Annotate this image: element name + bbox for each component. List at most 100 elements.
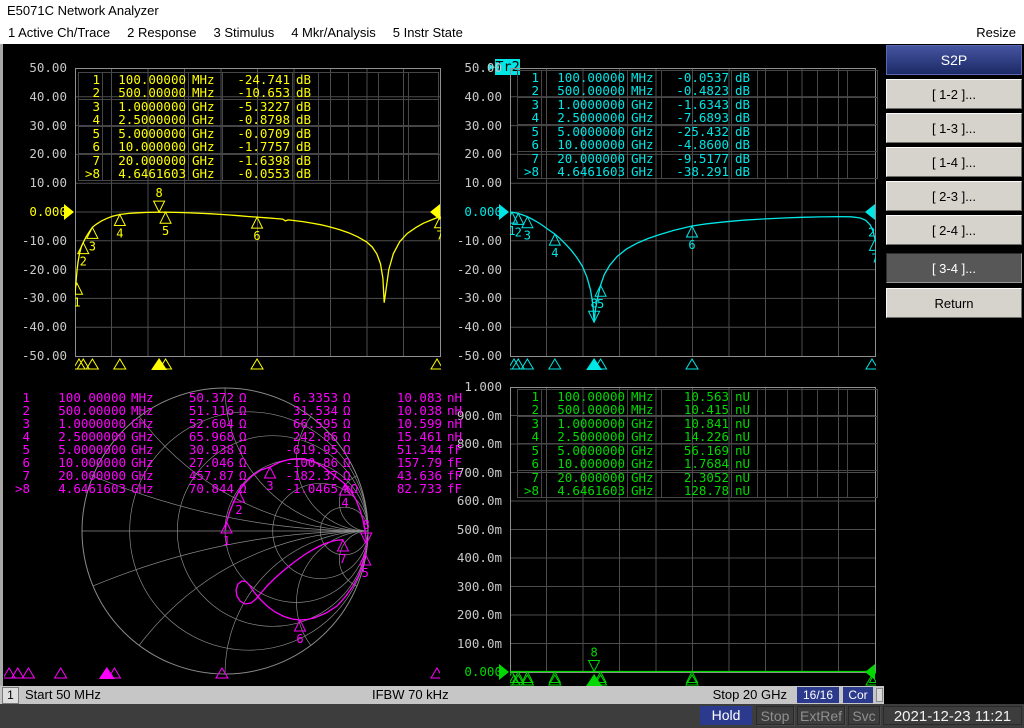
menu-item-2-response[interactable]: 2 Response <box>127 25 196 40</box>
svg-text:5: 5 <box>162 224 169 238</box>
stimulus-marker-active <box>99 667 115 679</box>
channel-number: 1 <box>2 687 19 704</box>
marker-row: 1100.00000MHz-24.741dB <box>79 73 438 86</box>
svg-text:4: 4 <box>341 496 348 510</box>
marker-row: 2500.00000MHz-0.4823dB <box>518 84 877 97</box>
softkey-button-2-4[interactable]: [ 2-4 ]... <box>886 215 1022 245</box>
svg-text:5: 5 <box>362 566 369 580</box>
stimulus-marker <box>12 668 24 678</box>
marker-7: 7 <box>338 540 349 566</box>
marker-8: 8 <box>589 646 600 672</box>
start-frequency: Start 50 MHz <box>25 686 101 704</box>
menu-item-4-mkr/analysis[interactable]: 4 Mkr/Analysis <box>291 25 376 40</box>
marker-row: 720.000000GHz2.3052nU <box>518 470 877 484</box>
softkey-button-1-4[interactable]: [ 1-4 ]... <box>886 147 1022 177</box>
svg-text:4: 4 <box>116 227 123 241</box>
e5071c-window: E5071C Network Analyzer 1 Active Ch/Trac… <box>0 0 1024 728</box>
svg-text:1: 1 <box>75 295 81 309</box>
svg-text:6: 6 <box>253 229 260 243</box>
return-button[interactable]: Return <box>886 288 1022 318</box>
resize-button[interactable]: Resize <box>976 22 1016 44</box>
sweep-progress-badge: 16/16 <box>797 687 839 703</box>
marker-row: 42.5000000GHz14.226nU <box>518 430 877 443</box>
marker-row: >84.6461603GHz128.78nU <box>518 484 877 497</box>
svg-text:5: 5 <box>597 297 604 311</box>
marker-row: >84.6461603GHz-38.291dB <box>518 165 877 178</box>
softkey-menu-title: S2P <box>886 45 1022 75</box>
tr4-y-axis: 1.000900.0m800.0m700.0m600.0m500.0m400.0… <box>435 44 505 686</box>
marker-row: >84.6461603GHz70.844Ω-1.0465kΩ82.733fF <box>8 482 474 495</box>
axis-tick: 400.0m <box>438 551 502 565</box>
stimulus-marker <box>114 359 126 369</box>
menu-item-5-instr-state[interactable]: 5 Instr State <box>393 25 463 40</box>
marker-row: 42.5000000GHz-7.6893dB <box>518 111 877 124</box>
marker-row: 610.000000GHz27.046Ω-100.86Ω157.79fF <box>8 456 474 469</box>
svg-text:2: 2 <box>235 503 242 517</box>
axis-tick: 40.00 <box>3 90 67 104</box>
svg-text:1: 1 <box>223 534 230 548</box>
svc-indicator: Svc <box>848 706 880 725</box>
marker-row: 31.0000000GHz52.604Ω66.595Ω10.599nH <box>8 417 474 430</box>
window-titlebar: E5071C Network Analyzer <box>0 0 1024 22</box>
marker-row: 720.000000GHz-1.6398dB <box>79 153 438 167</box>
svg-text:7: 7 <box>339 552 346 566</box>
axis-tick: -50.00 <box>3 349 67 363</box>
softkey-button-1-3[interactable]: [ 1-3 ]... <box>886 113 1022 143</box>
axis-tick: -40.00 <box>3 320 67 334</box>
axis-tick: 10.00 <box>3 176 67 190</box>
axis-tick: 50.00 <box>3 61 67 75</box>
svg-text:7: 7 <box>871 251 876 265</box>
svg-text:7: 7 <box>436 229 441 243</box>
menu-bar: 1 Active Ch/Trace 2 Response 3 Stimulus 4 M… <box>0 22 1024 44</box>
marker-row: 31.0000000GHz10.841nU <box>518 416 877 430</box>
menu-item-3-stimulus[interactable]: 3 Stimulus <box>214 25 275 40</box>
marker-row: 55.0000000GHz56.169nU <box>518 443 877 457</box>
correction-badge: Cor <box>843 687 873 703</box>
ifbw-value: IFBW 70 kHz <box>372 686 449 704</box>
axis-tick: 500.0m <box>438 523 502 537</box>
marker-row: 55.0000000GHz-25.432dB <box>518 124 877 138</box>
marker-row: 610.000000GHz-4.8600dB <box>518 138 877 151</box>
menu-item-1-active-ch/trace[interactable]: 1 Active Ch/Trace <box>8 25 110 40</box>
tr2-marker-table: 1100.00000MHz-0.0537dB2500.00000MHz-0.48… <box>517 70 878 179</box>
svg-text:8: 8 <box>155 186 162 200</box>
marker-2: 2 <box>78 243 89 269</box>
tr4-ref-level-icon <box>499 664 509 680</box>
marker-row: 31.0000000GHz-1.6343dB <box>518 97 877 111</box>
stimulus-marker <box>4 668 15 678</box>
instrument-screen: Tr1 S33 Log Mag 10.00dB/ Ref 0.000dB [F2… <box>0 44 884 686</box>
softkey-button-3-4[interactable]: [ 3-4 ]... <box>886 253 1022 283</box>
axis-tick: 30.00 <box>3 119 67 133</box>
menu-items: 1 Active Ch/Trace 2 Response 3 Stimulus 4 M… <box>0 25 472 40</box>
stimulus-marker <box>431 359 441 369</box>
softkey-button-1-2[interactable]: [ 1-2 ]... <box>886 79 1022 109</box>
window-title: E5071C Network Analyzer <box>7 3 159 18</box>
softkey-button-2-3[interactable]: [ 2-3 ]... <box>886 181 1022 211</box>
axis-tick: 20.00 <box>3 147 67 161</box>
svg-text:4: 4 <box>551 246 558 260</box>
stimulus-marker <box>431 668 440 678</box>
marker-4: 4 <box>114 215 125 241</box>
tr2-ref-level-icon <box>499 204 509 220</box>
axis-tick: 0.000 <box>3 205 67 219</box>
tr1-ref-level-icon <box>64 204 74 220</box>
hold-status-badge: Hold <box>700 706 752 725</box>
marker-row: 720.000000GHz-9.5177dB <box>518 151 877 165</box>
svg-text:8: 8 <box>363 518 370 532</box>
axis-tick: -30.00 <box>3 291 67 305</box>
svg-text:3: 3 <box>89 239 96 253</box>
marker-row: 1100.00000MHz-0.0537dB <box>518 71 877 84</box>
svg-text:8: 8 <box>590 646 597 660</box>
svg-text:8: 8 <box>590 296 597 310</box>
stimulus-marker <box>251 359 263 369</box>
marker-row: >84.6461603GHz-0.0553dB <box>79 167 438 180</box>
marker-row: 31.0000000GHz-5.3227dB <box>79 99 438 113</box>
stimulus-marker <box>22 668 34 678</box>
axis-tick: 600.0m <box>438 494 502 508</box>
tr1-title: Tr1 S33 Log Mag 10.00dB/ Ref 0.000dB [F2… <box>10 46 425 60</box>
marker-3: 3 <box>522 217 533 243</box>
axis-tick: 100.0m <box>438 637 502 651</box>
axis-tick: -20.00 <box>3 263 67 277</box>
marker-row: 2500.00000MHz-10.653dB <box>79 86 438 99</box>
svg-text:2: 2 <box>80 255 87 269</box>
